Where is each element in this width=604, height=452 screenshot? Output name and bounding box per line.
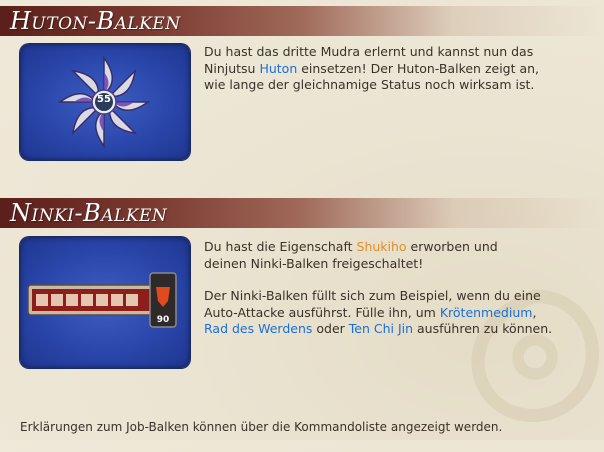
ten-chi-jin-link[interactable]: Ten Chi Jin [349,321,413,336]
ninki-scroll-gauge-icon [27,272,177,328]
ninki-gauge-value: 90 [156,315,170,325]
ninki-section-title: Ninki-Balken [10,199,168,227]
huton-section-title: Huton-Balken [10,7,181,35]
ninki-p1-line-1-post: erworben und [406,239,498,254]
ninki-p2-line-2-pre: Auto-Attacke ausführst. Fülle ihn, um [204,304,440,320]
ninki-gauge-image: 90 [20,237,190,368]
ninki-p2-line-3-post: ausführen zu können. [413,321,553,336]
ninki-p2-line-2-post: , [532,304,537,320]
ninki-text-p1-line-2: deinen Ninki-Balken freigeschaltet! [204,255,424,271]
kroetenmedium-link[interactable]: Krötenmedium [440,305,533,320]
huton-description: Du hast das dritte Mudra erlernt und kan… [204,44,599,94]
rad-des-werdens-link[interactable]: Rad des Werdens [204,321,312,336]
huton-section-header: Huton-Balken [0,6,604,36]
ninki-text-p1-line-1: Du hast die Eigenschaft Shukiho erworben… [204,239,599,256]
huton-text-line-1: Du hast das dritte Mudra erlernt und kan… [204,44,534,59]
ninki-description: Du hast die Eigenschaft Shukiho erworben… [204,239,599,338]
huton-link[interactable]: Huton [259,61,297,76]
shukiho-link[interactable]: Shukiho [357,239,407,254]
huton-text-line-2-post: einsetzen! Der Huton-Balken zeigt an, [297,60,540,76]
footer-hint: Erklärungen zum Job-Balken können über d… [20,420,503,434]
huton-text-line-2-pre: Ninjutsu [204,60,260,76]
ninki-p2-line-3-mid: oder [312,321,349,336]
huton-gauge-image: 55 [20,44,190,160]
ninki-p1-line-1-pre: Du hast die Eigenschaft [204,239,357,254]
huton-gauge-value: 55 [97,94,111,105]
ninki-text-p2-line-3: Rad des Werdens oder Ten Chi Jin ausführ… [204,321,599,338]
huton-text-line-2: Ninjutsu Huton einsetzen! Der Huton-Balk… [204,61,599,78]
huton-text-line-3: wie lange der gleichnamige Status noch w… [204,77,535,92]
ninki-section-header: Ninki-Balken [0,198,604,228]
ninki-text-p2-line-1: Der Ninki-Balken füllt sich zum Beispiel… [204,288,541,303]
ninki-text-p2-line-2: Auto-Attacke ausführst. Fülle ihn, um Kr… [204,305,599,322]
